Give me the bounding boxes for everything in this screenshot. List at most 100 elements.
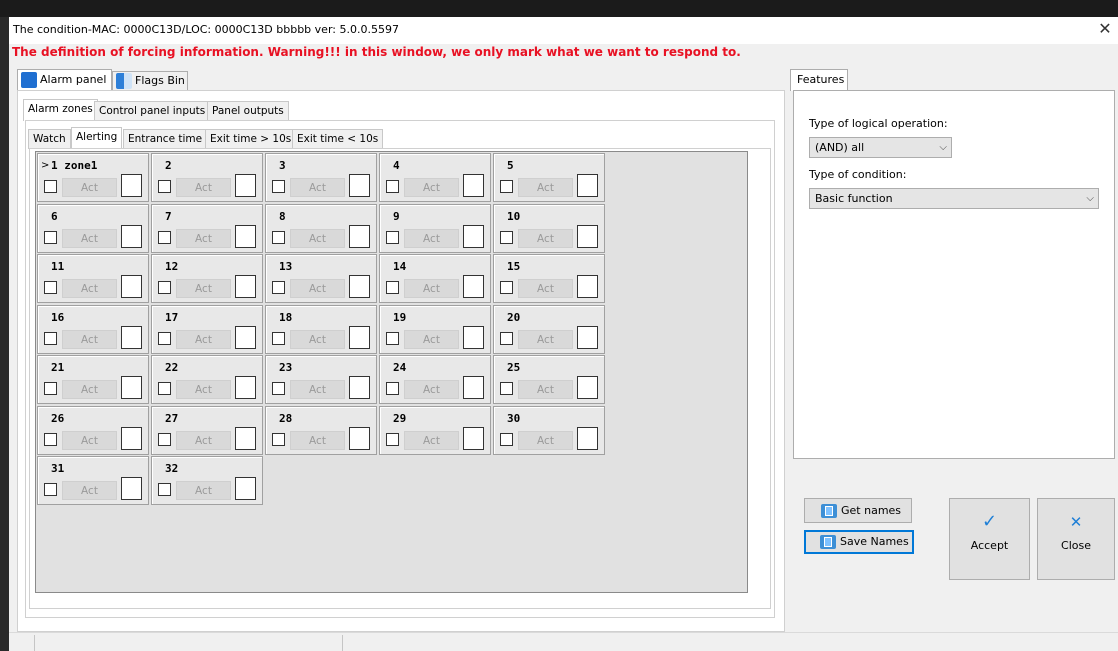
state-tab-exit-time-over-10s[interactable]: Exit time > 10s	[205, 129, 297, 149]
zone-checkbox[interactable]	[272, 281, 285, 294]
state-tab-watch[interactable]: Watch	[28, 129, 71, 149]
zone-checkbox[interactable]	[500, 281, 513, 294]
zone-tile[interactable]: 6 Act	[37, 203, 149, 253]
zone-checkbox[interactable]	[386, 331, 399, 345]
zone-value-field[interactable]	[463, 224, 484, 248]
zone-value-field[interactable]	[121, 376, 142, 399]
zone-checkbox[interactable]	[44, 382, 57, 395]
zone-tile[interactable]: 4 Act	[379, 153, 491, 202]
zone-tile[interactable]: 9 Act	[379, 203, 491, 253]
zone-act-button[interactable]: Act	[404, 279, 459, 298]
zone-act-button[interactable]: Act	[176, 430, 231, 450]
zone-tile[interactable]: 26 Act	[37, 405, 149, 455]
zone-value-field[interactable]	[121, 426, 142, 450]
zone-value-field[interactable]	[463, 325, 484, 349]
zone-act-button[interactable]: Act	[518, 228, 573, 248]
zone-tile[interactable]: 23 Act	[265, 355, 377, 404]
zone-act-button[interactable]: Act	[518, 178, 573, 197]
zone-value-field[interactable]	[577, 174, 598, 197]
zone-value-field[interactable]	[121, 224, 142, 248]
zone-tile[interactable]: 30 Act	[493, 405, 605, 455]
zone-act-button[interactable]: Act	[62, 380, 117, 399]
zone-checkbox[interactable]	[158, 180, 171, 193]
zone-value-field[interactable]	[121, 174, 142, 197]
zone-value-field[interactable]	[577, 325, 598, 349]
zone-value-field[interactable]	[577, 224, 598, 248]
window-close-icon[interactable]: ✕	[1096, 20, 1114, 38]
zone-checkbox[interactable]	[386, 432, 399, 446]
zone-act-button[interactable]: Act	[290, 380, 345, 399]
zone-value-field[interactable]	[463, 376, 484, 399]
zone-act-button[interactable]: Act	[518, 329, 573, 349]
accept-button[interactable]: ✓ Accept	[949, 498, 1030, 580]
zone-tile[interactable]: 18 Act	[265, 304, 377, 354]
zone-checkbox[interactable]	[272, 432, 285, 446]
zone-value-field[interactable]	[235, 376, 256, 399]
tab-alarm-panel[interactable]: Alarm panel	[17, 69, 112, 91]
zone-value-field[interactable]	[577, 275, 598, 298]
zone-checkbox[interactable]	[44, 331, 57, 345]
zone-tile[interactable]: >1 zone1 Act	[37, 153, 149, 202]
zone-tile[interactable]: 29 Act	[379, 405, 491, 455]
zone-checkbox[interactable]	[500, 230, 513, 244]
zone-value-field[interactable]	[349, 174, 370, 197]
zone-value-field[interactable]	[235, 477, 256, 500]
zone-act-button[interactable]: Act	[518, 279, 573, 298]
zone-tile[interactable]: 3 Act	[265, 153, 377, 202]
zone-checkbox[interactable]	[500, 382, 513, 395]
zone-checkbox[interactable]	[386, 230, 399, 244]
zone-tile[interactable]: 2 Act	[151, 153, 263, 202]
get-names-button[interactable]: Get names	[804, 498, 912, 523]
zone-tile[interactable]: 11 Act	[37, 254, 149, 303]
zone-value-field[interactable]	[121, 325, 142, 349]
tab-features[interactable]: Features	[790, 69, 848, 91]
zone-act-button[interactable]: Act	[62, 228, 117, 248]
state-tab-entrance-time[interactable]: Entrance time	[123, 129, 208, 149]
zone-checkbox[interactable]	[386, 382, 399, 395]
zone-checkbox[interactable]	[158, 281, 171, 294]
zone-checkbox[interactable]	[272, 331, 285, 345]
zone-act-button[interactable]: Act	[518, 430, 573, 450]
zone-checkbox[interactable]	[500, 180, 513, 193]
zone-tile[interactable]: 25 Act	[493, 355, 605, 404]
zone-act-button[interactable]: Act	[404, 228, 459, 248]
zone-checkbox[interactable]	[44, 281, 57, 294]
zone-act-button[interactable]: Act	[404, 178, 459, 197]
zone-value-field[interactable]	[121, 477, 142, 500]
zone-value-field[interactable]	[235, 325, 256, 349]
zone-tile[interactable]: 8 Act	[265, 203, 377, 253]
logical-operation-select[interactable]: (AND) all ⌵	[809, 137, 952, 158]
subtab-alarm-zones[interactable]: Alarm zones	[23, 99, 98, 121]
save-names-button[interactable]: Save Names	[804, 530, 914, 554]
zone-value-field[interactable]	[235, 224, 256, 248]
zone-act-button[interactable]: Act	[290, 279, 345, 298]
zone-checkbox[interactable]	[44, 230, 57, 244]
zone-tile[interactable]: 14 Act	[379, 254, 491, 303]
zone-act-button[interactable]: Act	[62, 329, 117, 349]
zone-value-field[interactable]	[349, 426, 370, 450]
zone-act-button[interactable]: Act	[290, 329, 345, 349]
zone-tile[interactable]: 10 Act	[493, 203, 605, 253]
zone-tile[interactable]: 17 Act	[151, 304, 263, 354]
zone-act-button[interactable]: Act	[62, 178, 117, 197]
zone-tile[interactable]: 19 Act	[379, 304, 491, 354]
zone-checkbox[interactable]	[158, 432, 171, 446]
zone-value-field[interactable]	[349, 275, 370, 298]
tab-flags-bin[interactable]: Flags Bin	[112, 71, 188, 91]
close-button[interactable]: ✕ Close	[1037, 498, 1115, 580]
zone-value-field[interactable]	[349, 224, 370, 248]
zone-checkbox[interactable]	[44, 432, 57, 446]
zone-checkbox[interactable]	[272, 230, 285, 244]
zone-act-button[interactable]: Act	[62, 279, 117, 298]
zone-value-field[interactable]	[349, 376, 370, 399]
zone-value-field[interactable]	[235, 275, 256, 298]
zone-checkbox[interactable]	[386, 281, 399, 294]
zone-checkbox[interactable]	[44, 180, 57, 193]
zone-checkbox[interactable]	[386, 180, 399, 193]
zone-checkbox[interactable]	[44, 483, 57, 496]
zone-act-button[interactable]: Act	[290, 430, 345, 450]
zone-value-field[interactable]	[463, 275, 484, 298]
zone-value-field[interactable]	[121, 275, 142, 298]
zone-act-button[interactable]: Act	[290, 178, 345, 197]
subtab-panel-outputs[interactable]: Panel outputs	[207, 101, 289, 121]
